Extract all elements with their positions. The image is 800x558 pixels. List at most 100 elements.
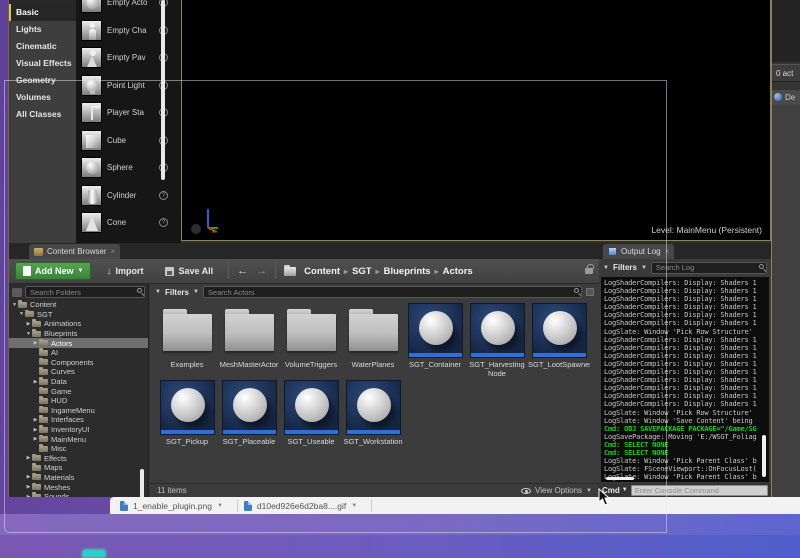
breadcrumb-item[interactable]: Content xyxy=(304,266,348,277)
folder-tree-row[interactable]: Animations xyxy=(9,319,148,329)
asset-tile[interactable]: SGT_Workstation xyxy=(342,380,404,447)
expander-icon[interactable] xyxy=(25,484,32,490)
place-actors-item[interactable]: Empty Acto ? xyxy=(76,0,174,17)
expander-icon[interactable] xyxy=(11,302,18,308)
drag-handle-icon[interactable]: ? xyxy=(159,218,168,227)
place-actors-category[interactable]: Volumes xyxy=(9,89,76,106)
place-actors-item[interactable]: Player Sta ? xyxy=(76,99,174,127)
place-actors-item[interactable]: Empty Cha ? xyxy=(76,17,174,45)
place-actors-item[interactable]: Cylinder ? xyxy=(76,182,174,210)
folder-tree-row[interactable]: Misc xyxy=(9,444,148,454)
import-button[interactable]: ↓ Import xyxy=(99,262,150,280)
chevron-down-icon: ▼ xyxy=(193,289,199,295)
search-log-input[interactable] xyxy=(651,262,767,274)
drag-handle-icon[interactable]: ? xyxy=(159,191,168,200)
downloaded-file-chip[interactable]: 1_enable_plugin.png ▼ xyxy=(120,501,231,511)
folder-tree-row[interactable]: MainMenu xyxy=(9,434,148,444)
expander-icon[interactable] xyxy=(25,331,32,337)
chevron-down-icon[interactable]: ▼ xyxy=(217,503,223,509)
close-icon[interactable]: × xyxy=(665,248,670,256)
place-actors-category[interactable]: Basic xyxy=(9,4,76,21)
place-actors-category[interactable]: Lights xyxy=(9,21,76,38)
asset-tile[interactable]: WaterPlanes xyxy=(342,303,404,378)
folder-tree-row[interactable]: Data xyxy=(9,377,148,387)
expander-icon[interactable] xyxy=(32,436,39,442)
folder-tree-row[interactable]: Components xyxy=(9,358,148,368)
folder-tree-row[interactable]: HUD xyxy=(9,396,148,406)
expander-icon[interactable] xyxy=(32,417,39,423)
search-assets-input[interactable] xyxy=(203,286,582,298)
back-button[interactable]: ← xyxy=(237,265,248,277)
folder-tree-row[interactable]: Interfaces xyxy=(9,415,148,425)
folder-tree-row[interactable]: Curves xyxy=(9,367,148,377)
folder-tree-row[interactable]: Materials xyxy=(9,473,148,483)
breadcrumb-item[interactable]: Blueprints xyxy=(384,266,439,277)
folder-tree-row[interactable]: IngameMenu xyxy=(9,406,148,416)
folder-tree-row[interactable]: SGT xyxy=(9,310,148,320)
add-new-button[interactable]: Add New ▼ xyxy=(15,262,91,280)
forward-button[interactable]: → xyxy=(256,265,267,277)
folder-tree-row[interactable]: Meshes xyxy=(9,482,148,492)
search-folders-input[interactable] xyxy=(25,286,145,298)
place-actors-item[interactable]: Empty Pav ? xyxy=(76,44,174,72)
place-actors-item[interactable]: Cone ? xyxy=(76,209,174,237)
expander-icon[interactable] xyxy=(18,311,25,317)
folder-tree-row[interactable]: Actors xyxy=(9,338,148,348)
place-actors-item[interactable]: Sphere ? xyxy=(76,154,174,182)
asset-tile[interactable]: SGT_Placeable xyxy=(218,380,280,447)
level-viewport[interactable]: x Level: MainMenu (Persistent) xyxy=(181,0,771,241)
cmd-dropdown[interactable]: Cmd ▼ xyxy=(602,486,628,495)
folder-tree-row[interactable]: Game xyxy=(9,386,148,396)
place-actors-category[interactable]: Visual Effects xyxy=(9,55,76,72)
expander-icon[interactable] xyxy=(25,474,32,480)
tree-scrollbar[interactable] xyxy=(140,469,144,497)
asset-tile[interactable]: SGT_Container xyxy=(404,303,466,378)
folder-tree-row[interactable]: InventoryUI xyxy=(9,425,148,435)
view-options-button[interactable]: View Options ▼ xyxy=(521,486,592,495)
details-tab[interactable]: De xyxy=(772,90,800,105)
place-actors-category[interactable]: Cinematic xyxy=(9,38,76,55)
asset-tile[interactable]: SGT_Useable xyxy=(280,380,342,447)
place-actors-category[interactable]: Geometry xyxy=(9,72,76,89)
folder-tree-row[interactable]: AI xyxy=(9,348,148,358)
asset-tile[interactable]: Examples xyxy=(156,303,218,378)
chevron-down-icon[interactable]: ▼ xyxy=(351,503,357,509)
content-browser-tab[interactable]: Content Browser × xyxy=(29,244,120,259)
folder-tree-row[interactable]: Content xyxy=(9,300,148,310)
downloaded-file-chip[interactable]: d10ed926e6d2ba8....gif ▼ xyxy=(244,501,365,511)
folder-tree-row[interactable]: Blueprints xyxy=(9,329,148,339)
close-icon[interactable]: × xyxy=(111,248,116,256)
log-message-area[interactable]: LogShaderCompilers: Display: Shaders 1 L… xyxy=(601,277,769,482)
folder-tree-row[interactable]: Maps xyxy=(9,463,148,473)
asset-tile[interactable]: VolumeTriggers xyxy=(280,303,342,378)
breadcrumb-item[interactable]: Actors xyxy=(443,266,473,277)
place-actors-scrollbar[interactable] xyxy=(161,0,165,180)
content-browser-panel: Content Browser × Add New ▼ ↓ Import Sav… xyxy=(9,243,599,497)
sources-toggle-icon[interactable] xyxy=(12,288,22,297)
console-command-input[interactable] xyxy=(631,485,768,496)
breadcrumb-item[interactable]: SGT xyxy=(352,266,380,277)
lock-icon[interactable] xyxy=(585,268,593,274)
log-horizontal-scrollbar[interactable] xyxy=(606,477,634,480)
place-actors-item[interactable]: Point Light ? xyxy=(76,72,174,100)
place-actors-item[interactable]: Cube ? xyxy=(76,127,174,155)
asset-tile[interactable]: SGT_Pickup xyxy=(156,380,218,447)
expander-icon[interactable] xyxy=(32,340,39,346)
asset-tile[interactable]: SGT_Harvesting Node xyxy=(466,303,528,378)
save-search-icon[interactable] xyxy=(586,288,594,296)
place-actors-category[interactable]: All Classes xyxy=(9,106,76,123)
log-filters-button[interactable]: Filters xyxy=(613,263,637,272)
save-all-button[interactable]: Save All xyxy=(158,262,220,280)
expander-icon[interactable] xyxy=(32,379,39,385)
asset-tile[interactable]: MeshMasterActor xyxy=(218,303,280,378)
asset-tile[interactable]: SGT_LootSpawner xyxy=(528,303,590,378)
expander-icon[interactable] xyxy=(25,321,32,327)
expander-icon[interactable] xyxy=(32,427,39,433)
output-log-tab[interactable]: Output Log × xyxy=(603,244,674,259)
expander-icon[interactable] xyxy=(25,455,32,461)
filters-button[interactable]: Filters xyxy=(165,288,189,297)
folder-tree-row[interactable]: Effects xyxy=(9,454,148,464)
expander-icon[interactable] xyxy=(25,494,32,497)
breadcrumb: Content SGT Blueprints Actors xyxy=(304,266,473,277)
log-vertical-scrollbar[interactable] xyxy=(762,435,766,477)
